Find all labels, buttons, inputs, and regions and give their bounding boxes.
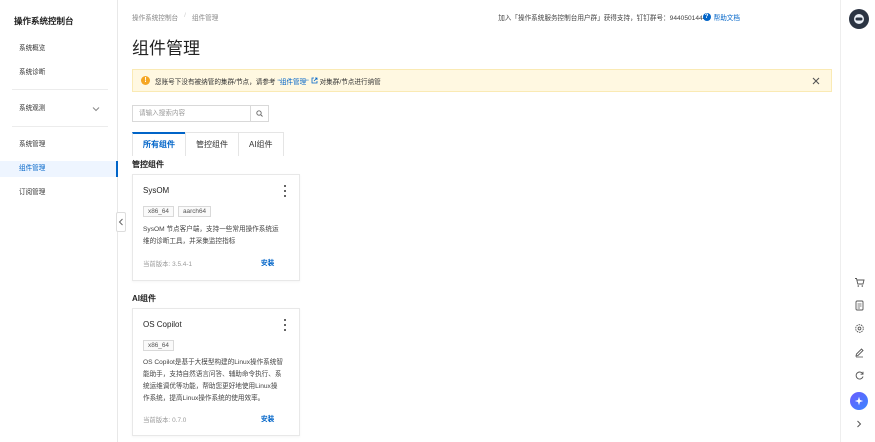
header: 操作系统控制台 / 组件管理 加入「操作系统服务控制台用户群」获得支持，钉钉群号… (118, 0, 835, 34)
breadcrumb-item-console[interactable]: 操作系统控制台 (132, 12, 178, 22)
help-docs-link[interactable]: ? 帮助文档 (702, 12, 740, 22)
alert-link-label: "组件管理" (277, 78, 309, 86)
component-card-os-copilot: OS Copilot x86_64 OS Copilot是基于大模型构建的Lin… (132, 308, 300, 436)
card-description: SysOM 节点客户端，支持一些常用操作系统运维的诊断工具，并采集监控指标 (143, 226, 279, 245)
breadcrumb-separator: / (184, 12, 186, 19)
card-title: SysOM (143, 186, 170, 195)
search-box (132, 105, 269, 122)
tab-control-components[interactable]: 管控组件 (185, 132, 239, 156)
component-card-sysom: SysOM x86_64 aarch64 SysOM 节点客户端，支持一些常用操… (132, 174, 300, 281)
more-options-icon[interactable] (283, 185, 287, 197)
alert-text-after: 对集群/节点进行纳管 (319, 78, 381, 86)
edit-icon[interactable] (852, 345, 866, 359)
chevron-down-icon (92, 107, 100, 112)
sidebar-item-component-management[interactable]: 组件管理 (0, 161, 118, 177)
right-toolbar (840, 0, 875, 442)
breadcrumb-item-current: 组件管理 (192, 15, 219, 22)
section-title-control: 管控组件 (132, 160, 164, 169)
support-group-text: 加入「操作系统服务控制台用户群」获得支持，钉钉群号：94405014449 (498, 15, 710, 22)
chevron-left-icon (118, 218, 123, 226)
sidebar-title: 操作系统控制台 (14, 16, 74, 26)
breadcrumb: 操作系统控制台 / 组件管理 (132, 12, 218, 22)
settings-icon[interactable] (852, 321, 866, 335)
close-icon[interactable] (811, 76, 821, 86)
tag-arch: aarch64 (177, 206, 212, 217)
warning-icon: ! (141, 76, 150, 85)
card-version: 当前版本: 0.7.0 (143, 417, 187, 424)
tab-all-components[interactable]: 所有组件 (132, 132, 186, 156)
sidebar-item-observation[interactable]: 系统观测 (0, 101, 118, 117)
section-title-ai: AI组件 (132, 294, 156, 303)
sidebar-divider (12, 126, 108, 127)
sidebar-collapse-button[interactable] (116, 212, 126, 232)
search-button[interactable] (250, 106, 268, 121)
card-tags: x86_64 (143, 340, 174, 351)
card-version: 当前版本: 3.5.4-1 (143, 261, 193, 268)
avatar[interactable] (849, 9, 869, 29)
sidebar-item-observation-label: 系统观测 (19, 105, 46, 112)
alert-text-before: 您账号下没有被纳管的集群/节点，请参考 (155, 78, 276, 86)
tab-ai-components[interactable]: AI组件 (238, 132, 284, 156)
chevron-right-icon[interactable] (852, 417, 866, 431)
sidebar-item-diagnosis[interactable]: 系统诊断 (0, 65, 118, 81)
card-tags: x86_64 aarch64 (143, 206, 212, 217)
document-icon[interactable] (852, 298, 866, 312)
sidebar-item-subscription[interactable]: 订阅管理 (0, 185, 118, 201)
search-icon (256, 110, 263, 117)
sidebar-divider (12, 89, 108, 90)
sidebar: 操作系统控制台 系统概览 系统诊断 系统观测 系统管理 组件管理 订阅管理 (0, 0, 118, 442)
search-input[interactable] (133, 106, 250, 121)
ai-assistant-icon[interactable] (850, 392, 868, 410)
cart-icon[interactable] (852, 275, 866, 289)
card-description: OS Copilot是基于大模型构建的Linux操作系统智能助手，支持自然语言问… (143, 359, 283, 402)
install-button[interactable]: 安装 (261, 257, 274, 267)
tag-arch: x86_64 (143, 206, 174, 217)
warning-alert: ! 您账号下没有被纳管的集群/节点，请参考 "组件管理" 对集群/节点进行纳管 (132, 69, 832, 92)
help-icon: ? (702, 13, 711, 21)
external-link-icon (311, 77, 317, 84)
refresh-icon[interactable] (852, 368, 866, 382)
component-tabs: 所有组件 管控组件 AI组件 (132, 132, 284, 156)
user-avatar-icon (854, 14, 864, 24)
sidebar-item-overview[interactable]: 系统概览 (0, 41, 118, 57)
alert-component-link[interactable]: "组件管理" (278, 76, 318, 86)
card-title: OS Copilot (143, 320, 182, 329)
help-docs-label: 帮助文档 (713, 15, 740, 22)
more-options-icon[interactable] (283, 319, 287, 331)
tag-arch: x86_64 (143, 340, 174, 351)
sidebar-item-system-management[interactable]: 系统管理 (0, 137, 118, 153)
install-button[interactable]: 安装 (261, 413, 274, 423)
page-title: 组件管理 (132, 39, 200, 58)
